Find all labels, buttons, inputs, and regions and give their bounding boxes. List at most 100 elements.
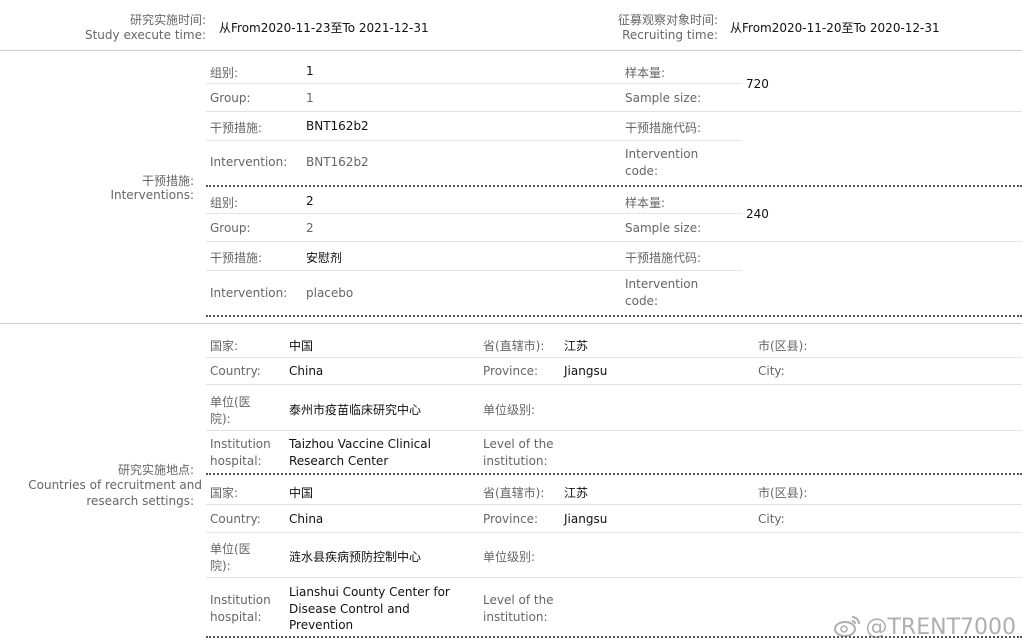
row-divider <box>206 83 742 84</box>
country-value-cn: 中国 <box>289 339 314 353</box>
sample-size-value: 720 <box>746 77 769 91</box>
group-value-cn: 2 <box>306 194 314 208</box>
row-divider <box>206 111 1022 112</box>
institution-label-cn: 单位(医 <box>210 395 251 409</box>
row-divider <box>206 241 1022 242</box>
level-label-en-2: institution: <box>483 610 548 624</box>
province-label-en: Province: <box>483 364 539 378</box>
country-value-en: China <box>289 512 324 526</box>
group-separator <box>206 185 1022 187</box>
group-value-en: 1 <box>306 91 314 105</box>
institution-value-en: Taizhou Vaccine Clinical <box>289 437 431 451</box>
intervention-label-en: Intervention: <box>210 155 288 169</box>
row-divider <box>206 384 1022 385</box>
institution-label-en: Institution <box>210 437 271 451</box>
group-separator <box>206 315 1022 317</box>
section-divider <box>0 323 1022 324</box>
group-value-en: 2 <box>306 221 314 235</box>
site-separator <box>206 473 1022 475</box>
country-value-cn: 中国 <box>289 486 314 500</box>
row-divider <box>206 430 1022 431</box>
watermark: @TRENT7000 <box>833 615 1016 640</box>
institution-value-en-3: Prevention <box>289 618 354 632</box>
level-label-cn: 单位级别: <box>483 403 536 417</box>
institution-value-en: Lianshui County Center for <box>289 585 450 599</box>
sites-title-cn: 研究实施地点: <box>117 463 194 477</box>
city-label-cn: 市(区县): <box>758 339 808 353</box>
institution-label-en-2: hospital: <box>210 454 262 468</box>
level-label-en: Level of the <box>483 593 554 607</box>
group-label-en: Group: <box>210 91 251 105</box>
intervention-value-en: BNT162b2 <box>306 155 369 169</box>
row-divider <box>206 357 1022 358</box>
level-label-en-2: institution: <box>483 454 548 468</box>
recruit-time-label-en: Recruiting time: <box>622 28 718 42</box>
row-divider <box>206 140 742 141</box>
study-time-value: 从From2020-11-23至To 2021-12-31 <box>219 21 429 35</box>
interventions-title-cn: 干预措施: <box>141 174 194 188</box>
row-divider <box>206 532 1022 533</box>
interventions-title-en: Interventions: <box>110 188 194 202</box>
country-label-cn: 国家: <box>210 486 239 500</box>
sample-size-label-cn: 样本量: <box>625 196 666 210</box>
intervention-label-cn: 干预措施: <box>210 251 263 265</box>
row-divider <box>206 504 1022 505</box>
intervention-label-en: Intervention: <box>210 286 288 300</box>
sites-title-en-2: research settings: <box>86 494 194 508</box>
province-value-cn: 江苏 <box>564 486 589 500</box>
sample-size-value: 240 <box>746 207 769 221</box>
row-divider <box>206 577 1022 578</box>
city-label-en: City: <box>758 364 785 378</box>
study-time-label-cn: 研究实施时间: <box>129 13 206 27</box>
sample-size-label-en: Sample size: <box>625 91 702 105</box>
level-label-en: Level of the <box>483 437 554 451</box>
institution-label-en-2: hospital: <box>210 610 262 624</box>
country-label-en: Country: <box>210 364 261 378</box>
group-value-cn: 1 <box>306 64 314 78</box>
row-divider <box>206 213 742 214</box>
province-label-cn: 省(直辖市): <box>483 339 545 353</box>
weibo-logo-icon <box>834 616 861 637</box>
intervention-code-label-cn: 干预措施代码: <box>625 251 702 265</box>
intervention-code-label-en: Intervention <box>625 277 699 291</box>
institution-label-cn-2: 院): <box>210 412 231 426</box>
sample-size-label-en: Sample size: <box>625 221 702 235</box>
institution-label-en: Institution <box>210 593 271 607</box>
intervention-code-label-en-2: code: <box>625 294 658 308</box>
row-divider <box>206 270 742 271</box>
institution-value-cn: 涟水县疾病预防控制中心 <box>289 550 422 564</box>
province-value-cn: 江苏 <box>564 339 589 353</box>
section-divider <box>0 50 1022 51</box>
watermark-text: @TRENT7000 <box>865 615 1016 640</box>
recruit-time-label-cn: 征募观察对象时间: <box>617 13 718 27</box>
province-value-en: Jiangsu <box>564 364 608 378</box>
group-label-en: Group: <box>210 221 251 235</box>
institution-value-en-2: Disease Control and <box>289 602 410 616</box>
group-label-cn: 组别: <box>210 196 239 210</box>
sites-title-en: Countries of recruitment and <box>28 478 202 492</box>
recruit-time-value: 从From2020-11-20至To 2020-12-31 <box>730 21 940 35</box>
institution-label-cn: 单位(医 <box>210 542 251 556</box>
institution-value-cn: 泰州市疫苗临床研究中心 <box>289 403 422 417</box>
province-value-en: Jiangsu <box>564 512 608 526</box>
intervention-value-cn: 安慰剂 <box>306 251 343 265</box>
level-label-cn: 单位级别: <box>483 550 536 564</box>
province-label-en: Province: <box>483 512 539 526</box>
intervention-code-label-en: Intervention <box>625 147 699 161</box>
sample-size-label-cn: 样本量: <box>625 66 666 80</box>
city-label-en: City: <box>758 512 785 526</box>
institution-label-cn-2: 院): <box>210 559 231 573</box>
intervention-value-cn: BNT162b2 <box>306 119 369 133</box>
province-label-cn: 省(直辖市): <box>483 486 545 500</box>
study-time-label-en: Study execute time: <box>84 28 206 42</box>
institution-value-en-2: Research Center <box>289 454 389 468</box>
city-label-cn: 市(区县): <box>758 486 808 500</box>
intervention-label-cn: 干预措施: <box>210 121 263 135</box>
group-label-cn: 组别: <box>210 66 239 80</box>
intervention-code-label-cn: 干预措施代码: <box>625 121 702 135</box>
country-value-en: China <box>289 364 324 378</box>
intervention-code-label-en-2: code: <box>625 164 658 178</box>
country-label-en: Country: <box>210 512 261 526</box>
intervention-value-en: placebo <box>306 286 354 300</box>
country-label-cn: 国家: <box>210 339 239 353</box>
